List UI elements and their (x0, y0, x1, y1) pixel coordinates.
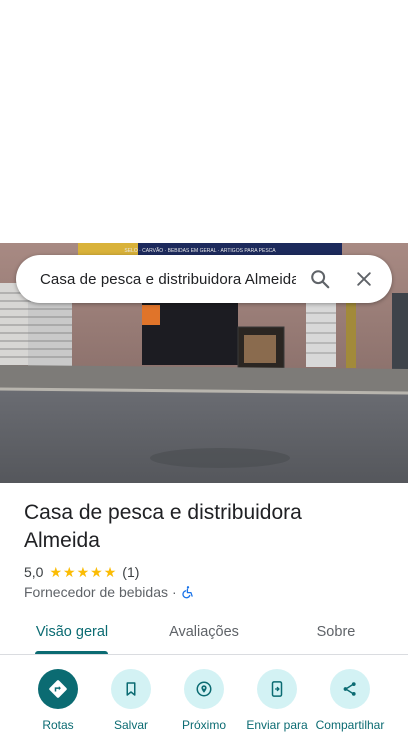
tab-overview[interactable]: Visão geral (24, 610, 120, 654)
place-category: Fornecedor de bebidas (24, 584, 168, 600)
rating-value: 5,0 (24, 564, 44, 580)
review-count[interactable]: (1) (122, 564, 139, 580)
directions-icon (49, 680, 67, 698)
send-to-phone-circle (257, 669, 297, 709)
save-circle (111, 669, 151, 709)
directions-button[interactable]: Rotas (18, 669, 98, 732)
search-icon (311, 270, 330, 289)
search-button[interactable] (302, 261, 338, 297)
search-bar[interactable]: Casa de pesca e distribuidora Almeida (16, 255, 392, 303)
rating-stars: ★ ★ ★ ★ ★ (49, 565, 117, 579)
wheelchair-accessible-icon (182, 586, 193, 599)
nearby-icon (196, 681, 212, 697)
tab-reviews[interactable]: Avaliações (152, 610, 256, 654)
star-icon: ★ (103, 564, 117, 580)
nearby-label: Próximo (181, 718, 226, 732)
clear-search-button[interactable] (346, 261, 382, 297)
star-icon: ★ (90, 564, 103, 580)
tab-about[interactable]: Sobre (296, 610, 376, 654)
share-icon (343, 682, 356, 696)
close-icon (357, 272, 371, 286)
share-button[interactable]: Compartilhar (310, 669, 390, 732)
storefront-sign-text: SELO · CARVÃO · BEBIDAS EM GERAL · ARTIG… (124, 247, 276, 254)
nearby-circle (184, 669, 224, 709)
map-area[interactable] (0, 0, 408, 243)
place-card: Casa de pesca e distribuidora Almeida 5,… (0, 483, 408, 732)
star-icon: ★ (49, 564, 63, 580)
save-label: Salvar (113, 718, 148, 732)
send-to-phone-button[interactable]: Enviar para (237, 669, 317, 732)
action-buttons: Rotas Salvar Próximo Enviar para Compart… (0, 669, 408, 732)
nearby-button[interactable]: Próximo (164, 669, 244, 732)
rating-row[interactable]: 5,0 ★ ★ ★ ★ ★ (1) (24, 564, 139, 580)
place-title: Casa de pesca e distribuidora Almeida (24, 501, 302, 552)
separator: · (172, 584, 177, 600)
bookmark-icon (126, 682, 136, 696)
directions-circle (38, 669, 78, 709)
send-to-phone-icon (271, 681, 283, 697)
active-tab-indicator (35, 651, 108, 654)
share-circle (330, 669, 370, 709)
search-input[interactable]: Casa de pesca e distribuidora Almeida (40, 271, 296, 288)
place-tabs: Visão geral Avaliações Sobre (0, 610, 408, 655)
send-to-phone-label: Enviar para (246, 718, 308, 732)
share-label: Compartilhar (315, 718, 385, 732)
category-row: Fornecedor de bebidas · (24, 584, 195, 600)
save-button[interactable]: Salvar (91, 669, 171, 732)
star-icon: ★ (76, 564, 90, 580)
directions-label: Rotas (42, 718, 74, 732)
star-icon: ★ (63, 564, 76, 580)
